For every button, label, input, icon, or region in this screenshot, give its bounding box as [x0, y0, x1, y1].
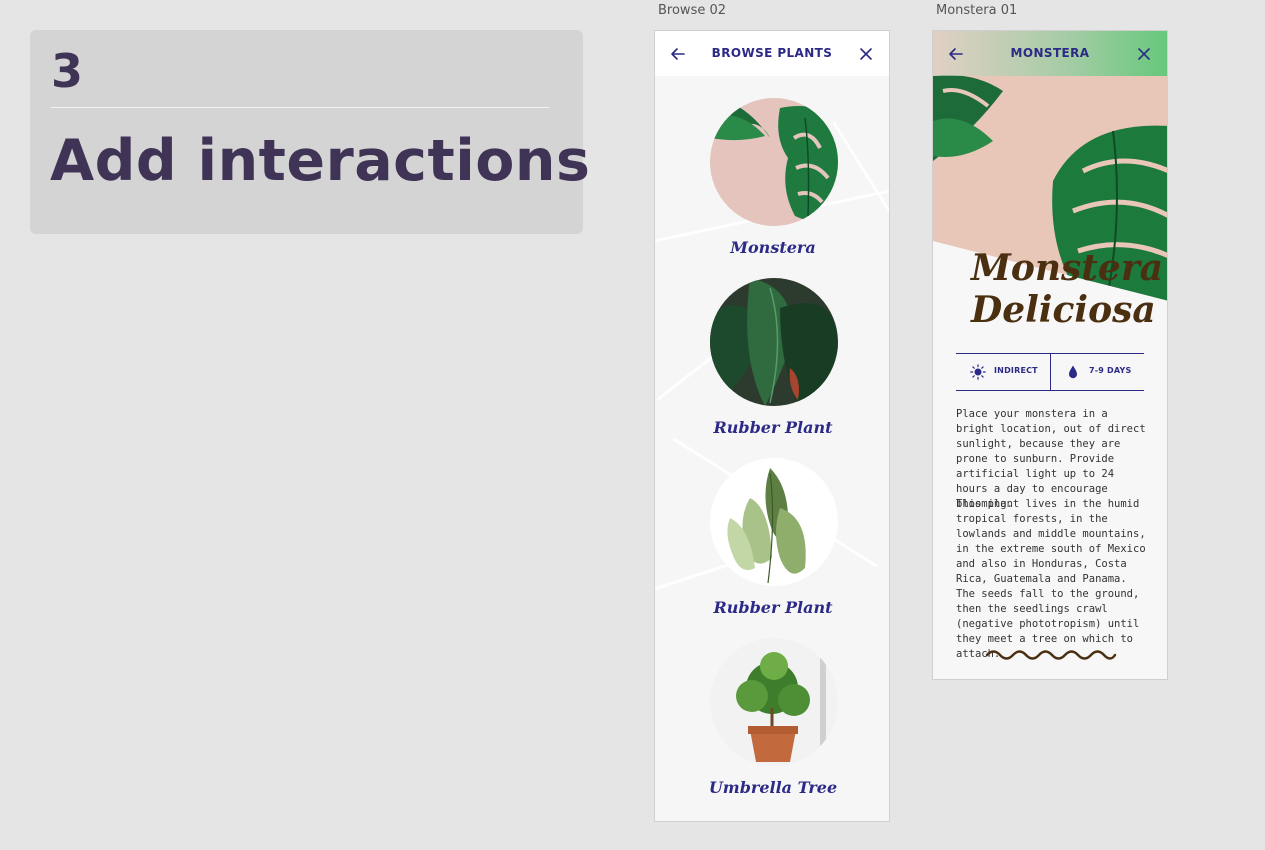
water-info: 7-9 DAYS	[1050, 354, 1145, 390]
plant-image	[710, 278, 838, 406]
origin-paragraph: This plant lives in the humid tropical f…	[956, 498, 1146, 660]
plant-name: Umbrella Tree	[708, 778, 838, 797]
app-bar: BROWSE PLANTS	[655, 31, 889, 76]
plant-name: Rubber Plant	[713, 598, 833, 617]
plant-name: Monstera	[730, 238, 816, 257]
browse-artboard[interactable]: BROWSE PLANTS Monstera Rubber Plant Rubb…	[654, 30, 890, 822]
page-title: BROWSE PLANTS	[711, 46, 833, 60]
water-drop-icon	[1069, 365, 1077, 379]
step-card: 3 Add interactions	[30, 30, 590, 234]
step-number: 3	[51, 44, 84, 98]
plant-image	[710, 98, 838, 226]
plant-heading-line: Deliciosa	[971, 289, 1156, 331]
app-bar: MONSTERA	[933, 31, 1167, 76]
squiggle-divider	[985, 650, 1117, 660]
plant-name: Rubber Plant	[713, 418, 833, 437]
plant-card-rubber-plant-dark[interactable]: Rubber Plant	[655, 278, 889, 446]
light-info: INDIRECT	[956, 354, 1050, 390]
light-label: INDIRECT	[994, 366, 1038, 375]
plant-image	[710, 638, 838, 766]
plant-card-rubber-plant-light[interactable]: Rubber Plant	[655, 458, 889, 626]
artboard-label-browse[interactable]: Browse 02	[658, 3, 726, 18]
water-label: 7-9 DAYS	[1089, 366, 1132, 375]
step-divider	[51, 107, 549, 108]
artboard-label-detail[interactable]: Monstera 01	[936, 3, 1017, 18]
close-icon[interactable]	[1135, 45, 1153, 63]
sun-icon	[970, 364, 986, 380]
close-icon[interactable]	[857, 45, 875, 63]
care-info-row: INDIRECT 7-9 DAYS	[956, 353, 1144, 391]
plant-heading: Monstera Deliciosa	[971, 247, 1163, 331]
monstera-detail-artboard[interactable]: MONSTERA Monstera Deliciosa INDIRECT 7-9…	[932, 30, 1168, 680]
plant-image	[710, 458, 838, 586]
page-title: MONSTERA	[1010, 46, 1090, 60]
step-title: Add interactions	[50, 128, 591, 194]
plant-card-monstera[interactable]: Monstera	[655, 98, 889, 266]
plant-heading-line: Monstera	[971, 247, 1164, 289]
plant-card-umbrella-tree[interactable]: Umbrella Tree	[655, 638, 889, 806]
